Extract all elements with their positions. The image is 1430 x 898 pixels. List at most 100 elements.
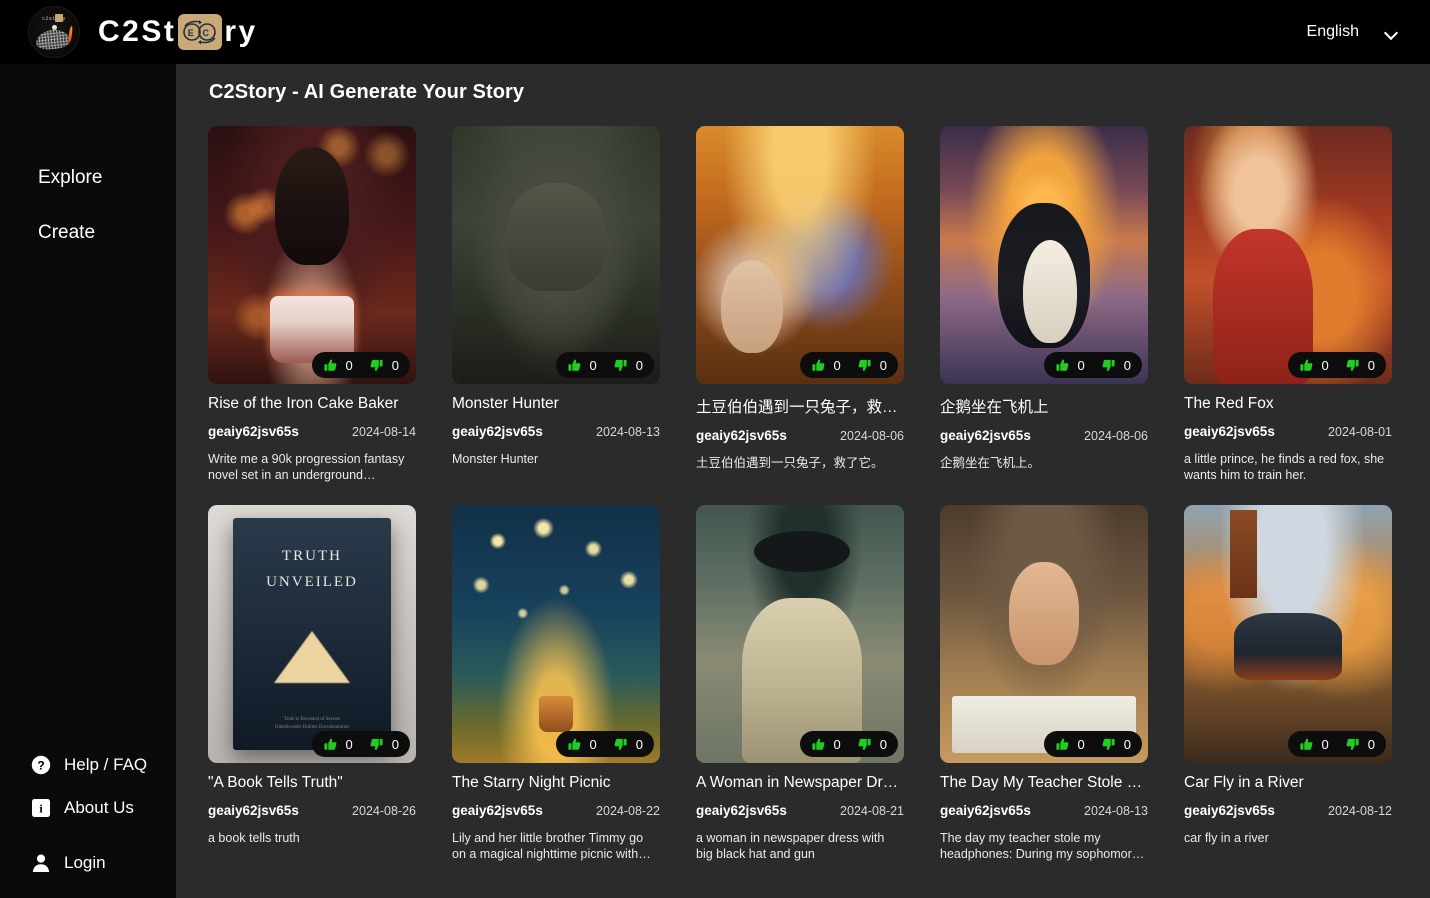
thumbs-up-button[interactable]	[1299, 737, 1314, 752]
language-selector[interactable]: English	[1299, 17, 1406, 47]
brand-text-prefix: C2St	[98, 15, 177, 48]
thumbs-up-button[interactable]	[323, 737, 338, 752]
thumbs-down-icon	[614, 359, 627, 371]
story-title[interactable]: The Starry Night Picnic	[452, 774, 660, 792]
story-description: The day my teacher stole my headphones: …	[940, 831, 1145, 861]
thumbs-down-icon	[858, 359, 871, 371]
story-card[interactable]: 0 0 Car Fly in a River geaiy62jsv65s 2024-08…	[1184, 505, 1392, 862]
story-description: Write me a 90k progression fantasy novel…	[208, 452, 405, 482]
story-card[interactable]: 0 0 企鹅坐在飞机上 geaiy62jsv65s 2024-08-06 企鹅坐在飞机上。	[940, 126, 1148, 483]
thumbs-up-button[interactable]	[1055, 737, 1070, 752]
story-date: 2024-08-06	[1084, 429, 1148, 443]
thumbs-down-button[interactable]	[1345, 737, 1360, 752]
user-person-icon	[30, 852, 51, 873]
story-card[interactable]: 00A Woman in Newspaper Dr… geaiy62jsv65s 2…	[696, 505, 904, 862]
thumbs-up-button[interactable]	[811, 737, 826, 752]
question-mark-circle-icon: ?	[30, 754, 51, 775]
thumbs-down-button[interactable]	[1101, 358, 1116, 373]
like-count: 0	[1077, 736, 1085, 752]
sidebar-primary-nav: Explore Create	[0, 64, 176, 255]
dislike-count: 0	[879, 357, 887, 373]
thumbs-down-icon	[1102, 359, 1115, 371]
thumbs-down-button[interactable]	[1345, 358, 1360, 373]
story-card[interactable]: 0 0 Monster Hunter geaiy62jsv65s 2024-08-13 M…	[452, 126, 660, 483]
thumbs-down-icon	[614, 738, 627, 750]
thumbs-down-button[interactable]	[857, 358, 872, 373]
sidebar-item-help-faq[interactable]: ? Help / FAQ	[0, 743, 176, 786]
story-card[interactable]: 0 0 The Day My Teacher Stole … geaiy62jsv65…	[940, 505, 1148, 862]
thumbs-up-button[interactable]	[1055, 358, 1070, 373]
story-title[interactable]: "A Book Tells Truth"	[208, 774, 416, 792]
story-title[interactable]: Rise of the Iron Cake Baker	[208, 395, 416, 413]
thumbs-up-icon	[567, 738, 580, 750]
thumbs-down-button[interactable]	[857, 737, 872, 752]
thumbs-up-button[interactable]	[1299, 358, 1314, 373]
story-description: a book tells truth	[208, 831, 300, 845]
dislike-count: 0	[391, 357, 399, 373]
story-thumbnail[interactable]: 00	[696, 126, 904, 384]
dislike-count: 0	[1367, 736, 1375, 752]
vote-pill: 00	[799, 352, 898, 378]
thumbs-up-button[interactable]	[811, 358, 826, 373]
story-thumbnail[interactable]: 00	[1184, 126, 1392, 384]
story-title[interactable]: 土豆伯伯遇到一只兔子，救…	[696, 395, 904, 417]
story-card[interactable]: 0 0 The Red Fox geaiy62jsv65s 2024-08-01 a li…	[1184, 126, 1392, 483]
story-thumbnail[interactable]: 00	[452, 505, 660, 763]
vote-pill: 00	[799, 731, 898, 757]
thumbs-up-button[interactable]	[567, 358, 582, 373]
thumbs-down-button[interactable]	[369, 737, 384, 752]
sidebar-item-explore[interactable]: Explore	[0, 156, 176, 200]
story-date: 2024-08-06	[840, 429, 904, 443]
story-thumbnail[interactable]: 00	[1184, 505, 1392, 763]
thumbs-down-button[interactable]	[1101, 737, 1116, 752]
story-title[interactable]: The Day My Teacher Stole …	[940, 774, 1148, 792]
like-count: 0	[345, 357, 353, 373]
sidebar-item-create[interactable]: Create	[0, 211, 176, 255]
thumbs-up-button[interactable]	[567, 737, 582, 752]
story-title[interactable]: Monster Hunter	[452, 395, 660, 413]
story-title[interactable]: 企鹅坐在飞机上	[940, 395, 1148, 417]
story-card[interactable]: 0 0 Rise of the Iron Cake Baker geaiy62jsv6…	[208, 126, 416, 483]
vote-pill: 00	[555, 352, 654, 378]
brand-logo-area[interactable]: c2story C2St E C ry	[0, 6, 258, 58]
story-thumbnail[interactable]: 00	[696, 505, 904, 763]
story-description: Lily and her little brother Timmy go on …	[452, 831, 651, 861]
story-title[interactable]: A Woman in Newspaper Dr…	[696, 774, 904, 792]
dislike-count: 0	[635, 357, 643, 373]
story-description: 企鹅坐在飞机上。	[940, 456, 1041, 470]
thumbs-up-icon	[1055, 738, 1068, 750]
thumbs-down-button[interactable]	[613, 737, 628, 752]
like-count: 0	[1077, 357, 1085, 373]
story-thumbnail[interactable]: 00	[452, 126, 660, 384]
dislike-count: 0	[879, 736, 887, 752]
story-card[interactable]: 0 0 土豆伯伯遇到一只兔子，救… geaiy62jsv65s 2024-08-06 土豆…	[696, 126, 904, 483]
story-title[interactable]: The Red Fox	[1184, 395, 1392, 413]
story-description: a little prince, he finds a red fox, she…	[1184, 452, 1385, 482]
story-card[interactable]: TRUTH UNVEILED Truth is Revealed of Secret…	[208, 505, 416, 862]
story-thumbnail[interactable]: 00	[940, 126, 1148, 384]
story-thumbnail[interactable]: 00	[940, 505, 1148, 763]
vote-pill: 00	[1043, 352, 1142, 378]
vote-pill: 00	[1287, 731, 1386, 757]
vote-pill: 00	[311, 731, 410, 757]
story-thumbnail[interactable]: TRUTH UNVEILED Truth is Revealed of Secret…	[208, 505, 416, 763]
thumbs-up-icon	[1299, 738, 1312, 750]
story-card[interactable]: 0 0 The Starry Night Picnic geaiy62jsv65s 20…	[452, 505, 660, 862]
thumbs-down-button[interactable]	[369, 358, 384, 373]
story-meta: geaiy62jsv65s 2024-08-26	[208, 803, 416, 818]
decor-shape	[274, 146, 350, 266]
sidebar-item-about-us[interactable]: i About Us	[0, 786, 176, 829]
thumbs-up-button[interactable]	[323, 358, 338, 373]
story-title[interactable]: Car Fly in a River	[1184, 774, 1392, 792]
story-date: 2024-08-13	[1084, 804, 1148, 818]
c2story-circular-logo-icon: c2story	[28, 6, 80, 58]
story-artwork	[1184, 505, 1392, 763]
chevron-down-icon	[1385, 28, 1398, 36]
thumbs-down-icon	[1346, 359, 1359, 371]
sidebar-item-login[interactable]: Login	[0, 841, 176, 884]
story-thumbnail[interactable]: 00	[208, 126, 416, 384]
story-author: geaiy62jsv65s	[940, 803, 1031, 818]
thumbs-down-button[interactable]	[613, 358, 628, 373]
like-count: 0	[1321, 357, 1329, 373]
dislike-count: 0	[1123, 736, 1131, 752]
